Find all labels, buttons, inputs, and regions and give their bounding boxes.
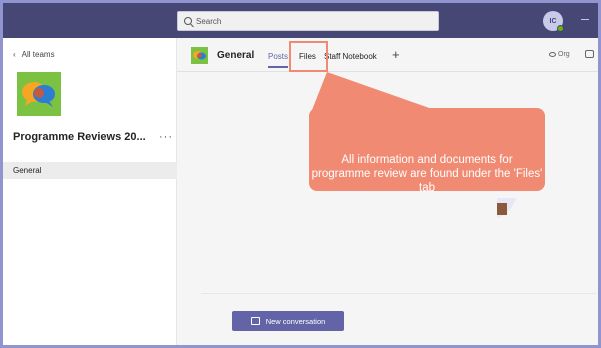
welcome-illustration: [401, 160, 598, 294]
compose-icon: [250, 317, 260, 325]
presence-icon: [557, 25, 564, 32]
new-conversation-button[interactable]: New conversation: [232, 311, 344, 331]
more-options-icon[interactable]: ···: [159, 131, 173, 143]
all-teams-label: All teams: [21, 50, 55, 59]
teams-sidebar: ‹ All teams Programme Reviews 20... ··· …: [3, 38, 177, 345]
channel-main: General Posts Files Staff Notebook + Org…: [177, 38, 598, 345]
callout-text: All information and documents for progra…: [311, 154, 543, 194]
team-logo: [17, 72, 61, 116]
team-name: Programme Reviews 20...: [13, 131, 146, 143]
search-input[interactable]: Search: [177, 11, 439, 31]
avatar[interactable]: IC: [543, 11, 564, 32]
channel-item-general[interactable]: General: [3, 162, 177, 179]
chevron-left-icon: ‹: [13, 50, 16, 59]
divider: [201, 293, 596, 294]
channel-label: General: [13, 166, 42, 175]
all-teams-link[interactable]: ‹ All teams: [13, 50, 55, 59]
top-bar: Search IC: [3, 3, 598, 38]
avatar-initials: IC: [549, 17, 557, 25]
minimize-icon[interactable]: [581, 19, 589, 20]
teams-window: Search IC ‹ All teams Programme Reviews …: [0, 0, 601, 348]
team-header[interactable]: Programme Reviews 20... ···: [13, 131, 173, 143]
new-conversation-label: New conversation: [265, 316, 326, 326]
search-placeholder: Search: [196, 16, 222, 26]
search-icon: [184, 17, 192, 25]
